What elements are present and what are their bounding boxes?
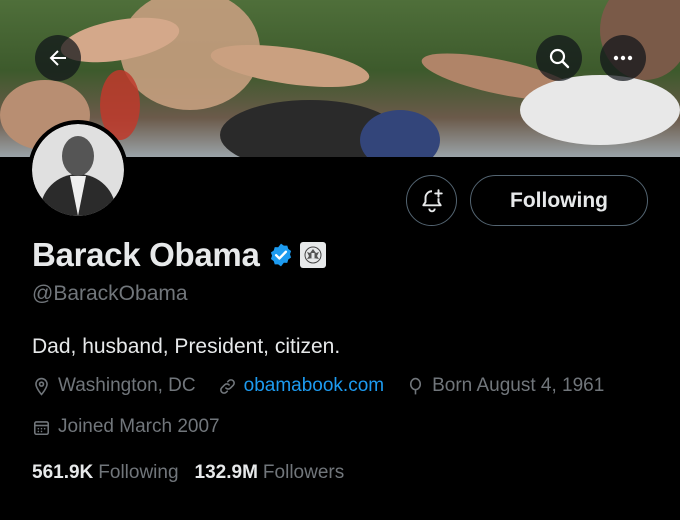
avatar[interactable] (28, 120, 128, 220)
notify-button[interactable] (406, 175, 457, 226)
profile-joined-row: Joined March 2007 (32, 416, 242, 438)
followers-count: 132.9M (194, 462, 258, 483)
followers-label: Followers (262, 462, 345, 483)
following-label: Following (98, 462, 179, 483)
more-icon (613, 55, 633, 61)
verified-check-icon[interactable] (268, 242, 294, 268)
profile-website[interactable]: obamabook.com (218, 375, 384, 397)
search-icon (549, 48, 570, 69)
website-link[interactable]: obamabook.com (244, 375, 384, 397)
profile-bio: Dad, husband, President, citizen. (32, 335, 341, 358)
government-seal-icon[interactable] (299, 242, 326, 268)
back-button[interactable] (35, 35, 81, 81)
following-stat-link[interactable]: 561.9K Following (32, 462, 179, 484)
birthday-text: Born August 4, 1961 (432, 375, 605, 396)
bell-plus-icon (421, 188, 443, 212)
profile-joined: Joined March 2007 (32, 416, 220, 438)
profile-meta: Washington, DC obamabook.com Born August… (32, 375, 626, 397)
calendar-icon (33, 420, 50, 435)
balloon-icon (410, 377, 422, 394)
following-count: 561.9K (32, 462, 94, 483)
profile-name: Barack Obama (32, 236, 260, 273)
followers-stat-link[interactable]: 132.9M Followers (195, 462, 345, 484)
following-button[interactable]: Following (470, 175, 648, 226)
link-icon (219, 378, 235, 394)
location-text: Washington, DC (58, 375, 196, 396)
profile-birthday: Born August 4, 1961 (406, 375, 604, 397)
location-pin-icon (35, 377, 48, 396)
search-button[interactable] (536, 35, 582, 81)
profile-name-row: Barack Obama (32, 236, 326, 274)
joined-text: Joined March 2007 (58, 416, 220, 437)
profile-location: Washington, DC (32, 375, 196, 397)
more-button[interactable] (600, 35, 646, 81)
arrow-left-icon (49, 50, 66, 66)
profile-stats: 561.9K Following 132.9M Followers (32, 462, 360, 484)
profile-handle: @BarackObama (32, 282, 188, 305)
